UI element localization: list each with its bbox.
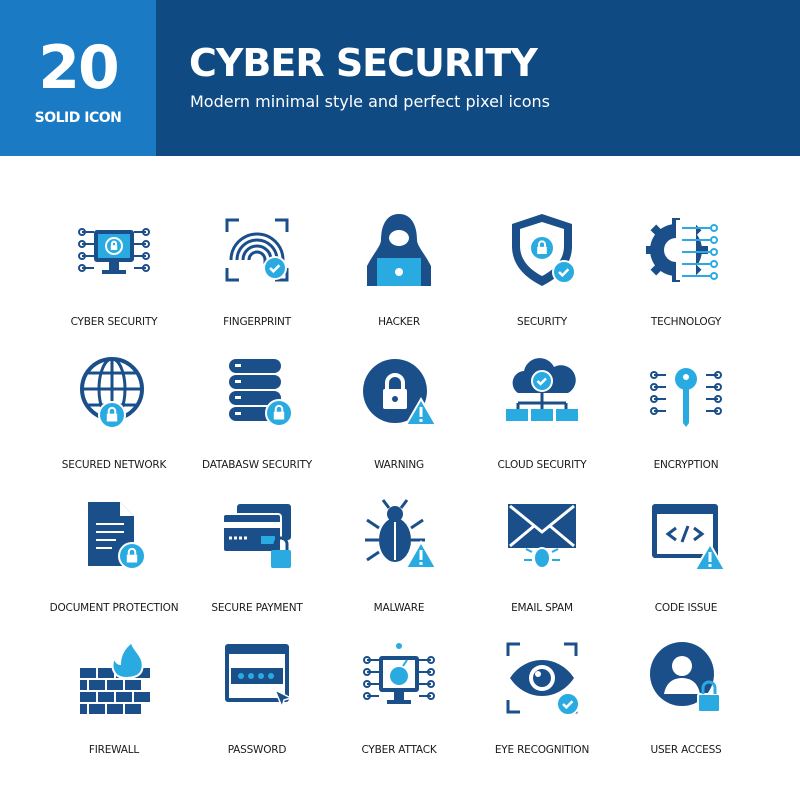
icon-label: FIREWALL bbox=[88, 744, 140, 756]
hooded-hacker-laptop-icon bbox=[367, 214, 431, 286]
icon-label: SECURE PAYMENT bbox=[211, 602, 303, 614]
icon-tile: EYE RECOGNITION bbox=[467, 638, 617, 778]
icon-count-label: SOLID ICON bbox=[34, 110, 122, 126]
globe-lock-icon bbox=[80, 357, 144, 429]
icon-tile: FINGERPRINT bbox=[182, 210, 332, 350]
icon-label: USER ACCESS bbox=[650, 744, 722, 756]
icon-label: EMAIL SPAM bbox=[511, 602, 573, 614]
icon-count-badge: 20 SOLID ICON bbox=[0, 0, 156, 156]
icon-tile: SECURITY bbox=[467, 210, 617, 350]
password-window-cursor-icon bbox=[225, 644, 294, 710]
icon-label: CYBER SECURITY bbox=[70, 316, 158, 328]
icon-label: ENCRYPTION bbox=[653, 459, 719, 471]
shield-lock-check-icon bbox=[512, 214, 576, 286]
icon-tile: ENCRYPTION bbox=[611, 353, 761, 493]
icon-tile: TECHNOLOGY bbox=[611, 210, 761, 350]
monitor-lock-circuit-icon bbox=[78, 228, 150, 274]
icon-tile: WARNING bbox=[324, 353, 474, 493]
brick-wall-fire-icon bbox=[74, 640, 154, 716]
icon-label: TECHNOLOGY bbox=[650, 316, 722, 328]
fingerprint-check-icon bbox=[225, 218, 289, 282]
icon-label: PASSWORD bbox=[227, 744, 287, 756]
icon-label: DATABASW SECURITY bbox=[202, 459, 312, 471]
icon-tile: DATABASW SECURITY bbox=[182, 353, 332, 493]
user-lock-icon bbox=[650, 642, 721, 713]
icon-tile: SECURED NETWORK bbox=[39, 353, 189, 493]
icon-label: CYBER ATTACK bbox=[361, 744, 437, 756]
icon-tile: CLOUD SECURITY bbox=[467, 353, 617, 493]
envelope-bug-icon bbox=[508, 504, 576, 569]
code-window-warning-icon bbox=[652, 504, 726, 571]
icon-label: EYE RECOGNITION bbox=[494, 744, 590, 756]
icon-tile: PASSWORD bbox=[182, 638, 332, 778]
key-circuit-icon bbox=[650, 368, 722, 427]
icon-label: CLOUD SECURITY bbox=[497, 459, 587, 471]
database-lock-icon bbox=[229, 359, 293, 427]
icon-tile: DOCUMENT PROTECTION bbox=[39, 496, 189, 636]
icon-tile: CYBER ATTACK bbox=[324, 638, 474, 778]
icon-tile: USER ACCESS bbox=[611, 638, 761, 778]
icon-label: HACKER bbox=[378, 316, 420, 328]
credit-card-lock-icon bbox=[222, 504, 291, 568]
icon-label: FINGERPRINT bbox=[223, 316, 291, 328]
lock-warning-icon bbox=[363, 359, 438, 426]
icon-tile: CODE ISSUE bbox=[611, 496, 761, 636]
icon-tile: HACKER bbox=[324, 210, 474, 350]
cloud-lock-network-icon bbox=[506, 358, 578, 421]
icon-label: CODE ISSUE bbox=[654, 602, 718, 614]
gear-circuit-icon bbox=[646, 218, 718, 282]
eye-scan-check-icon bbox=[506, 642, 580, 716]
monitor-bomb-icon bbox=[363, 643, 435, 704]
icon-label: SECURITY bbox=[517, 316, 567, 328]
bug-warning-icon bbox=[365, 499, 438, 569]
icon-tile: FIREWALL bbox=[39, 638, 189, 778]
icon-tile: EMAIL SPAM bbox=[467, 496, 617, 636]
icon-label: WARNING bbox=[374, 459, 424, 471]
page-title: CYBER SECURITY bbox=[189, 41, 538, 85]
icon-label: SECURED NETWORK bbox=[61, 459, 167, 471]
icon-tile: SECURE PAYMENT bbox=[182, 496, 332, 636]
icon-tile: CYBER SECURITY bbox=[39, 210, 189, 350]
document-lock-icon bbox=[88, 502, 146, 570]
icon-tile: MALWARE bbox=[324, 496, 474, 636]
icon-label: DOCUMENT PROTECTION bbox=[49, 602, 179, 614]
page-subtitle: Modern minimal style and perfect pixel i… bbox=[190, 92, 550, 111]
icon-count: 20 bbox=[38, 33, 120, 103]
icon-label: MALWARE bbox=[373, 602, 425, 614]
